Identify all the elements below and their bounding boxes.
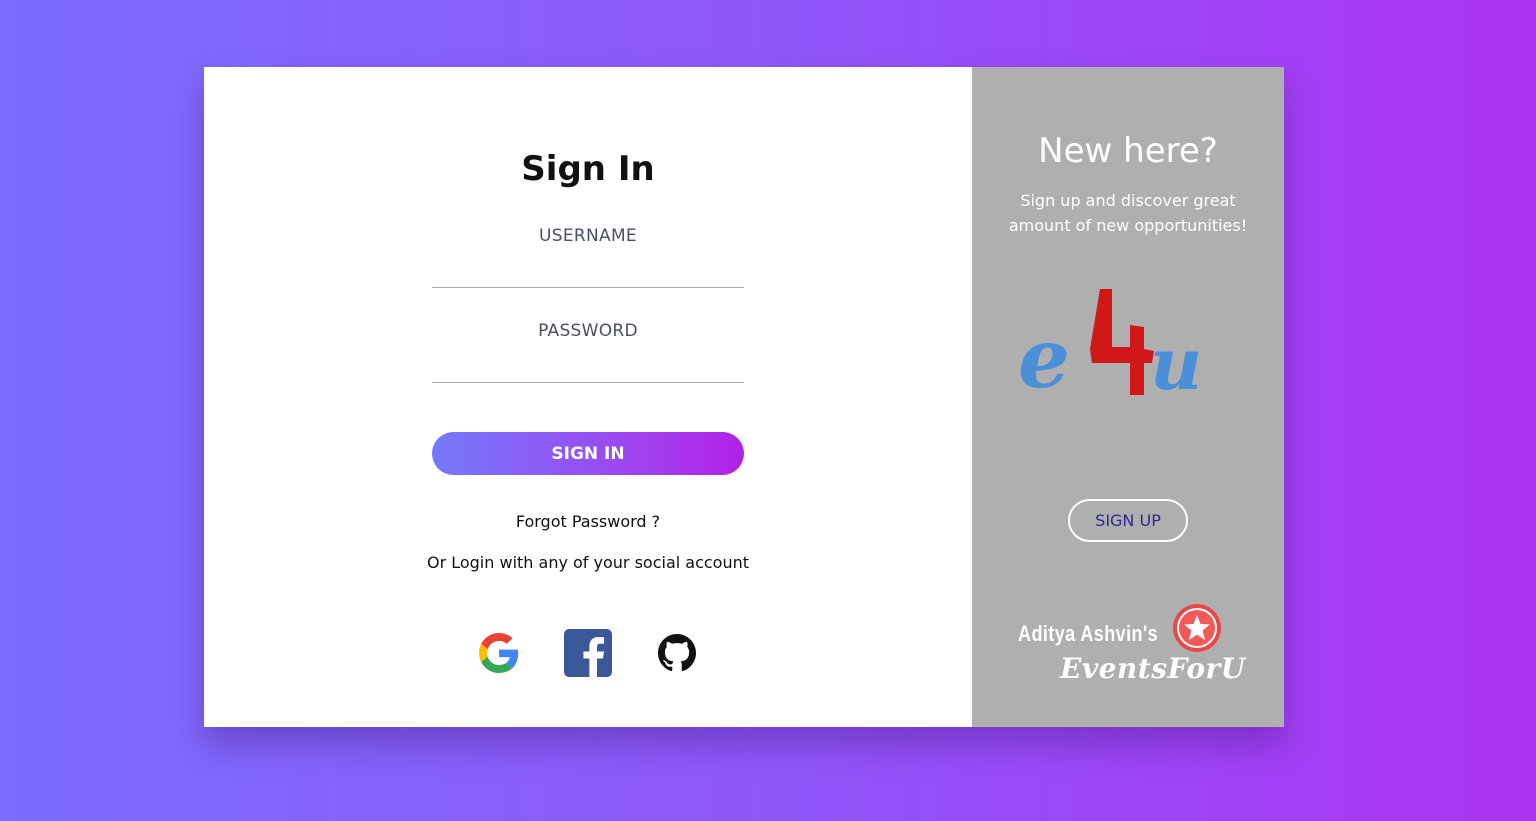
brand-logo: Aditya Ashvin's EventsForU [1016,597,1246,697]
google-icon[interactable] [475,629,523,677]
social-login-row [204,628,972,678]
brand-subtitle: EventsForU [1060,652,1246,685]
signup-panel: New here? Sign up and discover great amo… [972,67,1284,727]
signin-panel: Sign In USERNAME PASSWORD SIGN IN Forgot… [204,67,972,727]
password-label: PASSWORD [538,321,638,341]
forgot-password-link[interactable]: Forgot Password ? [204,512,972,531]
new-here-title: New here? [1038,131,1218,171]
signup-description: Sign up and discover great amount of new… [1008,191,1248,235]
facebook-icon[interactable] [564,629,612,677]
logo-4-icon [1090,289,1154,395]
signup-button[interactable]: SIGN UP [1068,499,1188,542]
brand-name: Aditya Ashvin's [1018,621,1159,646]
signin-button[interactable]: SIGN IN [432,432,744,475]
github-icon[interactable] [653,629,701,677]
logo-letter-u: u [1150,321,1202,401]
logo-letter-e: e [1018,311,1070,401]
social-login-text: Or Login with any of your social account [426,553,750,572]
e4u-logo: e u [1018,289,1202,401]
password-input[interactable] [432,353,744,383]
star-badge-icon [1173,604,1221,652]
auth-card: Sign In USERNAME PASSWORD SIGN IN Forgot… [204,67,1284,727]
username-input[interactable] [432,258,744,288]
username-label: USERNAME [539,226,637,246]
signin-title: Sign In [521,149,655,189]
